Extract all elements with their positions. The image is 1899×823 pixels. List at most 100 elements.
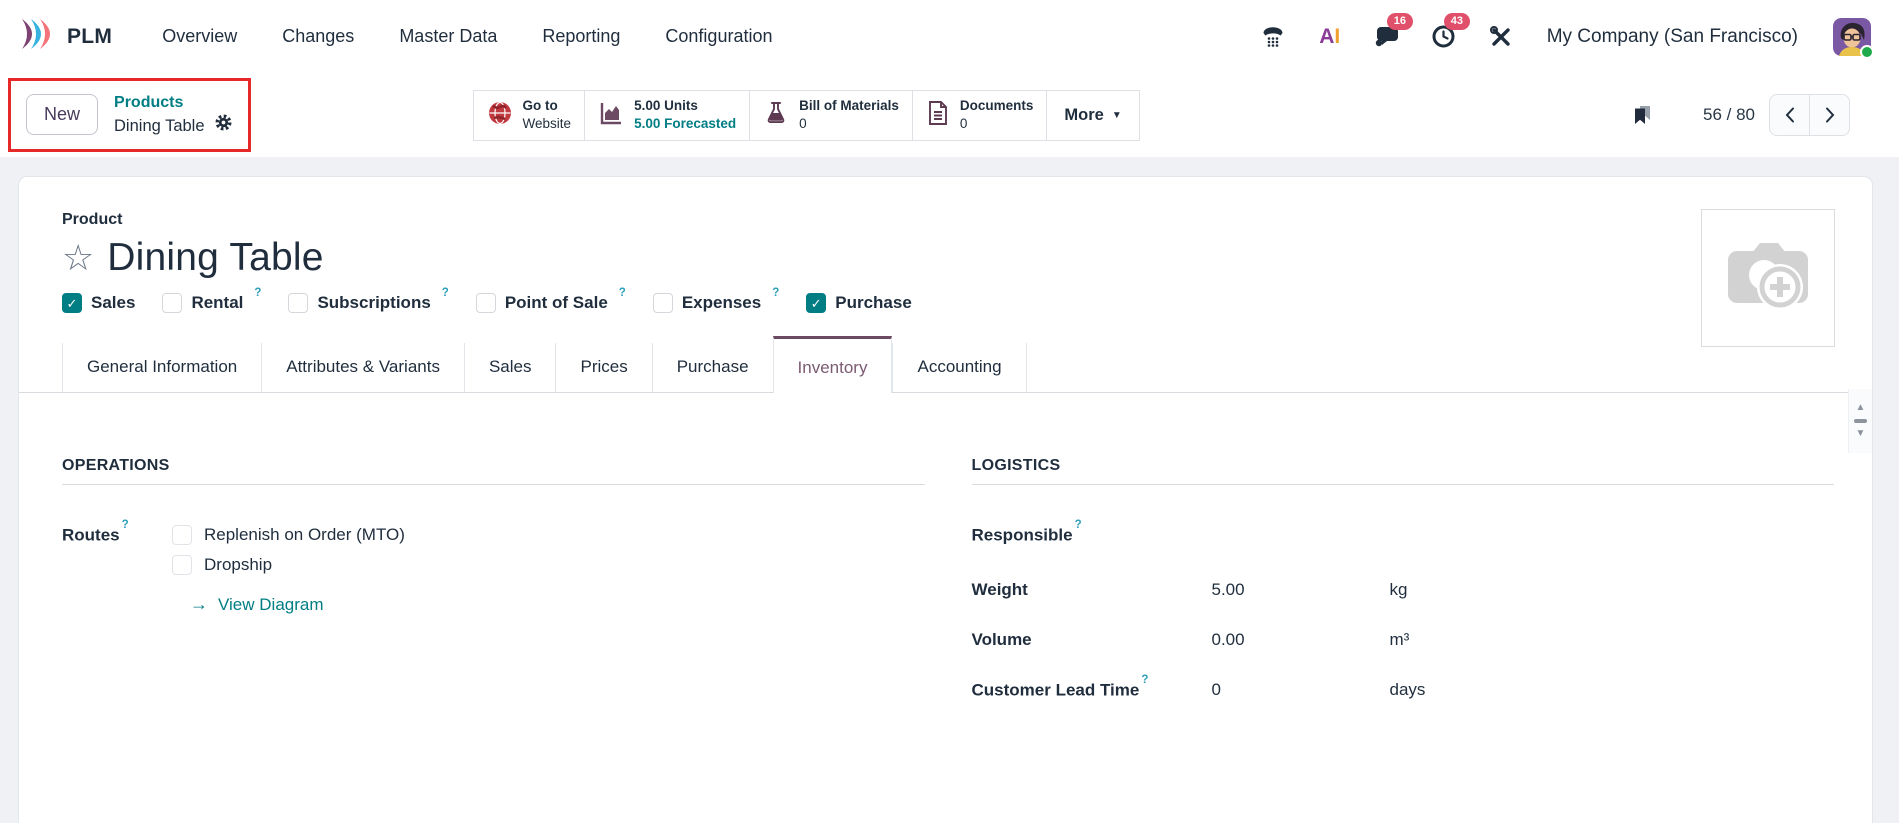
weight-value[interactable]: 5.00 <box>1212 580 1390 600</box>
checkbox-indicator[interactable] <box>172 555 192 575</box>
scroll-thumb[interactable] <box>1854 419 1867 423</box>
bookmark-icon[interactable] <box>1631 104 1653 126</box>
view-diagram-link[interactable]: → View Diagram <box>190 594 405 615</box>
weight-unit: kg <box>1390 580 1408 600</box>
pager-counter[interactable]: 56 / 80 <box>1703 105 1755 125</box>
globe-icon <box>487 100 513 131</box>
checkbox-point-of-sale[interactable]: Point of Sale ? <box>476 293 626 313</box>
customer-lead-time-label: Customer Lead Time? <box>972 680 1212 701</box>
checkbox-indicator[interactable] <box>172 525 192 545</box>
chevron-down-icon: ▼ <box>1112 110 1122 121</box>
voip-phone-icon[interactable] <box>1258 22 1288 52</box>
volume-value[interactable]: 0.00 <box>1212 630 1390 650</box>
main-menu: Overview Changes Master Data Reporting C… <box>162 26 772 47</box>
tab-accounting[interactable]: Accounting <box>892 343 1026 392</box>
activities-clock-icon[interactable]: 43 <box>1429 22 1459 52</box>
messages-icon[interactable]: 16 <box>1372 22 1402 52</box>
record-type-label: Product <box>62 211 1834 229</box>
tab-purchase[interactable]: Purchase <box>652 343 773 392</box>
operations-section: OPERATIONS Routes? Replenish on Order (M… <box>62 457 925 730</box>
tab-sales[interactable]: Sales <box>464 343 556 392</box>
favorite-star-icon[interactable]: ☆ <box>62 240 94 276</box>
menu-changes[interactable]: Changes <box>282 26 354 47</box>
inventory-tab-content: OPERATIONS Routes? Replenish on Order (M… <box>62 457 1834 730</box>
route-replenish-mto-checkbox[interactable]: Replenish on Order (MTO) <box>172 525 405 545</box>
company-selector[interactable]: My Company (San Francisco) <box>1547 26 1798 48</box>
tab-inventory[interactable]: Inventory <box>773 336 893 393</box>
area-chart-icon <box>598 100 624 131</box>
logistics-section: LOGISTICS Responsible? Weight 5.00 kg Vo… <box>972 457 1835 730</box>
ai-assistant-icon[interactable]: AI <box>1315 22 1345 52</box>
help-icon: ? <box>772 287 779 299</box>
menu-reporting[interactable]: Reporting <box>542 26 620 47</box>
route-dropship-checkbox[interactable]: Dropship <box>172 555 405 575</box>
checkbox-subscriptions[interactable]: Subscriptions ? <box>288 293 448 313</box>
customer-lead-time-value[interactable]: 0 <box>1212 680 1390 700</box>
menu-configuration[interactable]: Configuration <box>665 26 772 47</box>
product-flags-row: ✓ Sales Rental ? Subscriptions ? Point o… <box>62 293 1834 313</box>
checkbox-indicator[interactable] <box>476 293 496 313</box>
stat-value: Website <box>523 115 572 133</box>
responsible-label: Responsible? <box>972 525 1212 546</box>
annotation-highlight-box: New Products Dining Table <box>8 78 251 153</box>
right-arrow-icon: → <box>190 594 208 615</box>
checkbox-indicator[interactable] <box>288 293 308 313</box>
breadcrumb: Products Dining Table <box>114 92 233 139</box>
scroll-up-icon[interactable]: ▲ <box>1856 403 1866 413</box>
stat-label: Documents <box>960 97 1034 115</box>
online-status-dot <box>1860 45 1874 59</box>
product-form-sheet: Product ☆ Dining Table ✓ Sales Rental ? … <box>18 176 1873 823</box>
checkbox-indicator[interactable] <box>653 293 673 313</box>
chevron-left-icon <box>1784 106 1796 124</box>
breadcrumb-products-link[interactable]: Products <box>114 92 233 114</box>
tab-attributes-variants[interactable]: Attributes & Variants <box>261 343 464 392</box>
navbar-systray: AI 16 43 My Company (San Francisc <box>1258 18 1871 56</box>
control-panel: New Products Dining Table <box>0 73 1899 157</box>
menu-master-data[interactable]: Master Data <box>399 26 497 47</box>
customer-lead-time-unit: days <box>1390 680 1426 700</box>
help-icon: ? <box>254 287 261 299</box>
routes-label: Routes? <box>62 525 172 546</box>
volume-label: Volume <box>972 630 1212 650</box>
bill-of-materials-button[interactable]: Bill of Materials 0 <box>749 90 913 141</box>
product-image-placeholder[interactable] <box>1701 209 1835 347</box>
app-switcher[interactable]: PLM <box>18 17 112 56</box>
document-icon <box>926 100 950 131</box>
menu-overview[interactable]: Overview <box>162 26 237 47</box>
checkbox-indicator[interactable]: ✓ <box>62 293 82 313</box>
tab-prices[interactable]: Prices <box>555 343 651 392</box>
go-to-website-button[interactable]: Go to Website <box>473 90 586 141</box>
stat-value: 5.00 Forecasted <box>634 115 736 133</box>
stat-button-group: Go to Website 5.00 Units 5.00 Forecasted <box>473 90 1140 141</box>
new-button[interactable]: New <box>26 94 98 135</box>
user-avatar[interactable] <box>1833 18 1871 56</box>
stat-label: 5.00 Units <box>634 97 736 115</box>
pager-previous-button[interactable] <box>1769 94 1810 136</box>
product-title[interactable]: Dining Table <box>107 236 323 280</box>
pager-next-button[interactable] <box>1809 94 1850 136</box>
settings-gear-icon[interactable] <box>214 113 233 138</box>
routes-options: Replenish on Order (MTO) Dropship → View… <box>172 525 405 615</box>
checkbox-indicator[interactable]: ✓ <box>806 293 826 313</box>
help-icon: ? <box>619 287 626 299</box>
help-icon: ? <box>442 287 449 299</box>
stat-label: Go to <box>523 97 572 115</box>
scroll-down-icon[interactable]: ▼ <box>1856 429 1866 439</box>
checkbox-expenses[interactable]: Expenses ? <box>653 293 779 313</box>
checkbox-rental[interactable]: Rental ? <box>162 293 261 313</box>
checkbox-indicator[interactable] <box>162 293 182 313</box>
stat-value: 0 <box>960 115 1034 133</box>
documents-button[interactable]: Documents 0 <box>912 90 1048 141</box>
pager-area: 56 / 80 <box>1631 94 1850 136</box>
more-label: More <box>1064 106 1103 125</box>
checkbox-purchase[interactable]: ✓ Purchase <box>806 293 912 313</box>
debug-tools-icon[interactable] <box>1486 22 1516 52</box>
tab-general-information[interactable]: General Information <box>62 343 261 392</box>
units-forecasted-button[interactable]: 5.00 Units 5.00 Forecasted <box>584 90 750 141</box>
stat-label: Bill of Materials <box>799 97 899 115</box>
stat-value: 0 <box>799 115 899 133</box>
form-tab-bar: General Information Attributes & Variant… <box>19 336 1872 393</box>
top-navbar: PLM Overview Changes Master Data Reporti… <box>0 0 1899 73</box>
checkbox-sales[interactable]: ✓ Sales <box>62 293 135 313</box>
more-button[interactable]: More ▼ <box>1046 90 1139 141</box>
